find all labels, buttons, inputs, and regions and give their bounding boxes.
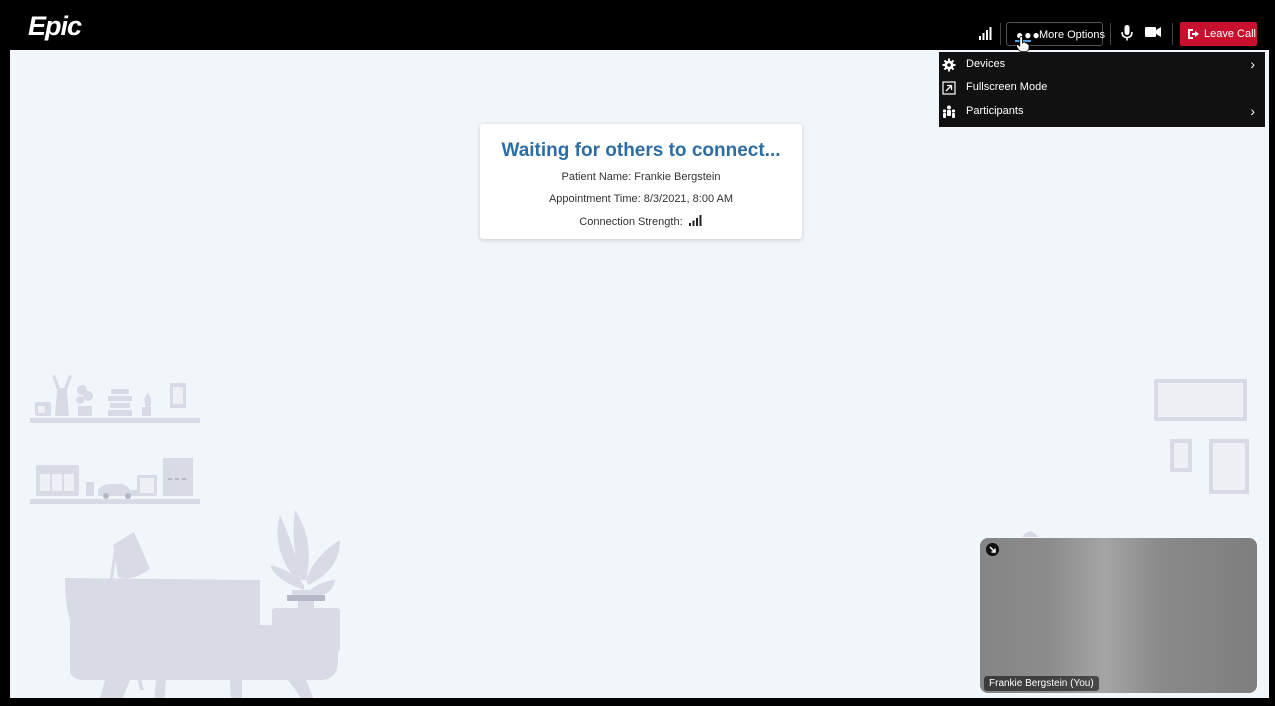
upper-shelf [30, 418, 200, 423]
menu-item-label: Devices [966, 58, 1006, 70]
menu-item-label: Fullscreen Mode [966, 81, 1048, 93]
menu-item-label: Participants [966, 105, 1024, 117]
waiting-title: Waiting for others to connect... [501, 140, 781, 161]
expand-arrow-icon[interactable] [986, 543, 999, 556]
participants-icon [942, 105, 956, 118]
hand-pointer-cursor [1016, 36, 1030, 52]
signal-strength-icon [688, 215, 702, 226]
signal-strength-icon [979, 27, 992, 40]
top-toolbar: Epic ●●● More Options Leave Call [0, 0, 1275, 50]
appointment-time: Appointment Time: 8/3/2021, 8:00 AM [548, 193, 734, 205]
self-view-name-label: Frankie Bergstein (You) [984, 676, 1099, 691]
toolbar-divider [1000, 23, 1001, 45]
gear-icon [942, 58, 956, 72]
connection-strength-label: Connection Strength: [579, 216, 683, 228]
self-view-video[interactable] [980, 538, 1257, 693]
leave-call-label: Leave Call [1204, 28, 1256, 40]
chevron-right-icon: › [1250, 56, 1255, 72]
toolbar-divider [1172, 23, 1173, 45]
leave-call-button[interactable]: Leave Call [1180, 22, 1257, 46]
epic-logo: Epic [28, 11, 82, 41]
menu-item-fullscreen[interactable]: Fullscreen Mode [939, 77, 1265, 100]
patient-name: Patient Name: Frankie Bergstein [561, 171, 721, 183]
lower-shelf [30, 499, 200, 504]
fullscreen-icon [942, 81, 956, 95]
more-options-menu: Devices › Fullscreen Mode Participants › [939, 52, 1265, 127]
camera-icon[interactable] [1145, 26, 1161, 38]
chevron-right-icon: › [1250, 103, 1255, 119]
toolbar-divider [1110, 23, 1111, 45]
exit-icon [1188, 29, 1199, 39]
video-visit-window: Epic ●●● More Options Leave Call Waiting… [0, 0, 1275, 706]
connection-strength-row: Connection Strength: [480, 215, 802, 228]
waiting-card: Waiting for others to connect... Patient… [480, 124, 802, 239]
microphone-icon[interactable] [1121, 25, 1133, 41]
menu-item-devices[interactable]: Devices › [939, 54, 1265, 77]
menu-item-participants[interactable]: Participants › [939, 101, 1265, 124]
more-options-label: More Options [1039, 29, 1106, 41]
